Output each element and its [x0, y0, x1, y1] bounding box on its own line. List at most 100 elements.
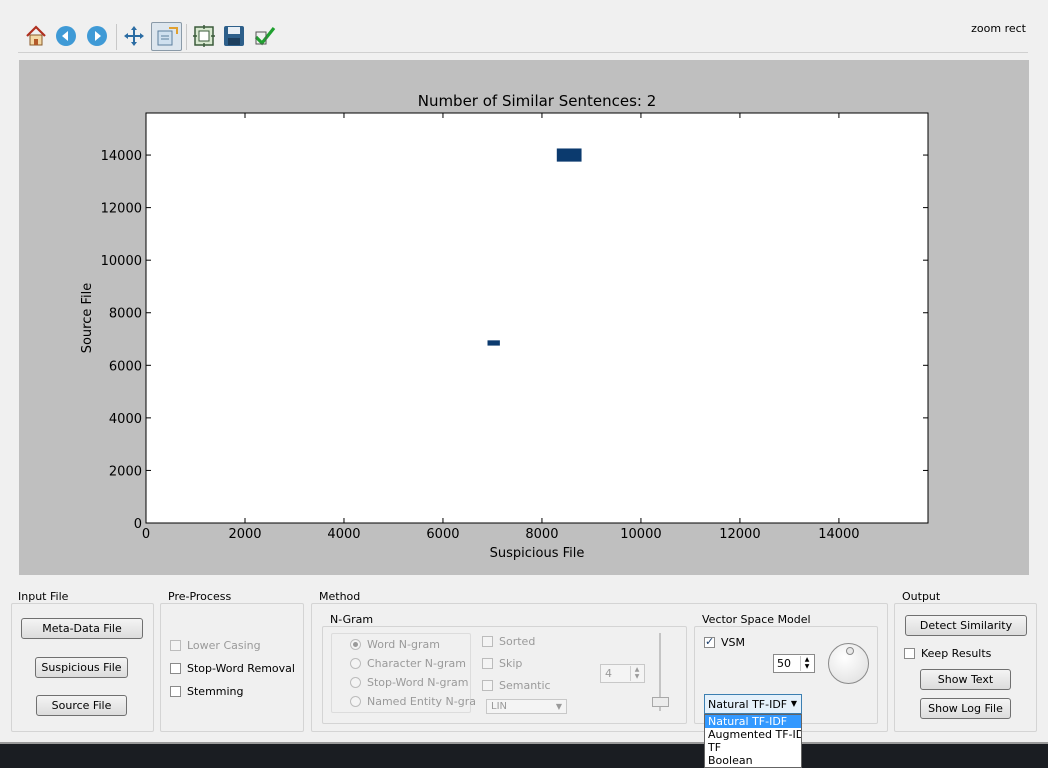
x-tick-label: 0 [142, 527, 150, 542]
x-tick-label: 8000 [525, 527, 558, 542]
vsm-title: Vector Space Model [701, 613, 812, 626]
lower-casing-label: Lower Casing [187, 639, 261, 652]
stop-word-removal-label: Stop-Word Removal [187, 662, 295, 675]
toolbar: zoom rect [0, 0, 1048, 56]
semantic-checkbox[interactable] [482, 680, 493, 691]
semantic-measure-select[interactable]: LIN ▼ [486, 699, 567, 714]
y-tick-label: 2000 [109, 464, 142, 479]
option-tf[interactable]: TF [705, 741, 801, 754]
spin-arrows-icon[interactable]: ▲ ▼ [800, 656, 813, 671]
back-arrow-icon [56, 26, 76, 46]
lower-casing-checkbox[interactable] [170, 640, 181, 651]
stop-word-removal-checkbox[interactable] [170, 663, 181, 674]
pan-button[interactable] [120, 22, 148, 50]
option-boolean[interactable]: Boolean [705, 754, 801, 767]
option-natural-tfidf[interactable]: Natural TF-IDF [705, 715, 801, 728]
y-tick-label: 10000 [101, 254, 142, 269]
keep-results-checkbox[interactable] [904, 648, 915, 659]
x-tick-label: 10000 [620, 527, 661, 542]
ngram-size-spinbox[interactable]: 4 ▲ ▼ [600, 664, 645, 683]
ngram-title: N-Gram [329, 613, 375, 626]
character-ngram-label: Character N-gram [367, 657, 466, 670]
vsm-label: VSM [721, 636, 745, 649]
chevron-down-icon: ▼ [555, 702, 562, 711]
show-text-button[interactable]: Show Text [920, 669, 1011, 690]
ngram-slider-handle[interactable] [652, 697, 669, 707]
character-ngram-radio[interactable] [350, 658, 361, 669]
checkmark-icon [254, 27, 276, 46]
y-tick-label: 8000 [109, 307, 142, 322]
output-title: Output [901, 590, 942, 603]
keep-results-label: Keep Results [921, 647, 992, 660]
stop-word-ngram-label: Stop-Word N-gram [367, 676, 469, 689]
ngram-size-value: 4 [605, 667, 612, 680]
x-tick-label: 2000 [228, 527, 261, 542]
skip-checkbox[interactable] [482, 658, 493, 669]
named-entity-ngram-option[interactable]: Named Entity N-gra [350, 695, 476, 708]
weight-dial[interactable] [828, 643, 869, 684]
x-tick-label: 14000 [818, 527, 859, 542]
zoom-rect-button[interactable] [151, 22, 182, 51]
sorted-checkbox[interactable] [482, 636, 493, 647]
stop-word-ngram-option[interactable]: Stop-Word N-gram [350, 676, 468, 689]
option-augmented-tfidf[interactable]: Augmented TF-IDF [705, 728, 801, 741]
stop-word-removal-option[interactable]: Stop-Word Removal [170, 662, 295, 675]
y-tick-label: 14000 [101, 149, 142, 164]
named-entity-ngram-label: Named Entity N-gra [367, 695, 476, 708]
skip-label: Skip [499, 657, 523, 670]
source-file-button[interactable]: Source File [36, 695, 127, 716]
semantic-measure-value: LIN [491, 701, 508, 712]
y-tick-label: 4000 [109, 412, 142, 427]
weighting-scheme-combo[interactable]: Natural TF-IDF ▼ [704, 694, 802, 714]
x-tick-label: 4000 [327, 527, 360, 542]
vsm-spin-value: 50 [777, 657, 791, 670]
y-tick-label: 6000 [109, 359, 142, 374]
save-floppy-icon [224, 26, 244, 46]
word-ngram-label: Word N-gram [367, 638, 440, 651]
stemming-option[interactable]: Stemming [170, 685, 244, 698]
chevron-down-icon: ▼ [790, 699, 797, 708]
dial-notch-icon [846, 647, 854, 655]
character-ngram-option[interactable]: Character N-gram [350, 657, 466, 670]
weighting-scheme-value: Natural TF-IDF [708, 697, 788, 711]
semantic-option[interactable]: Semantic [482, 679, 551, 692]
preprocess-title: Pre-Process [167, 590, 233, 603]
lower-casing-option[interactable]: Lower Casing [170, 639, 261, 652]
keep-results-option[interactable]: Keep Results [904, 647, 991, 660]
stemming-checkbox[interactable] [170, 686, 181, 697]
toolbar-separator [116, 24, 117, 50]
save-button[interactable] [220, 22, 248, 50]
plot-figure[interactable]: Number of Similar Sentences: 2 0 2000 4000… [19, 60, 1029, 575]
configure-subplots-button[interactable] [190, 22, 218, 50]
spin-arrows-icon[interactable]: ▲ ▼ [630, 666, 643, 681]
vsm-spinbox[interactable]: 50 ▲ ▼ [773, 654, 815, 673]
named-entity-ngram-radio[interactable] [350, 696, 361, 707]
y-axis-label: Source File [80, 283, 95, 354]
plot-canvas[interactable]: Number of Similar Sentences: 2 0 2000 4000… [19, 60, 1029, 575]
chart-title: Number of Similar Sentences: 2 [418, 92, 657, 110]
navigation-mode-label: zoom rect [971, 22, 1026, 35]
show-log-file-button[interactable]: Show Log File [920, 698, 1011, 719]
forward-button[interactable] [83, 22, 111, 50]
suspicious-file-button[interactable]: Suspicious File [35, 657, 128, 678]
stop-word-ngram-radio[interactable] [350, 677, 361, 688]
skip-option[interactable]: Skip [482, 657, 522, 670]
forward-arrow-icon [87, 26, 107, 46]
sorted-option[interactable]: Sorted [482, 635, 535, 648]
plot-area[interactable] [145, 112, 929, 524]
input-file-title: Input File [17, 590, 70, 603]
back-button[interactable] [52, 22, 80, 50]
home-icon [26, 25, 46, 46]
meta-data-file-button[interactable]: Meta-Data File [21, 618, 143, 639]
home-button[interactable] [22, 22, 50, 50]
vsm-checkbox[interactable] [704, 635, 715, 648]
vsm-option[interactable]: VSM [704, 635, 745, 649]
word-ngram-radio[interactable] [350, 639, 361, 650]
weighting-scheme-list[interactable]: Natural TF-IDF Augmented TF-IDF TF Boole… [704, 714, 802, 768]
apply-button[interactable] [251, 22, 279, 50]
similarity-cell [487, 340, 500, 346]
desktop-background-strip [0, 744, 1048, 768]
detect-similarity-button[interactable]: Detect Similarity [905, 615, 1027, 636]
word-ngram-option[interactable]: Word N-gram [350, 638, 440, 651]
x-axis-label: Suspicious File [490, 546, 585, 561]
